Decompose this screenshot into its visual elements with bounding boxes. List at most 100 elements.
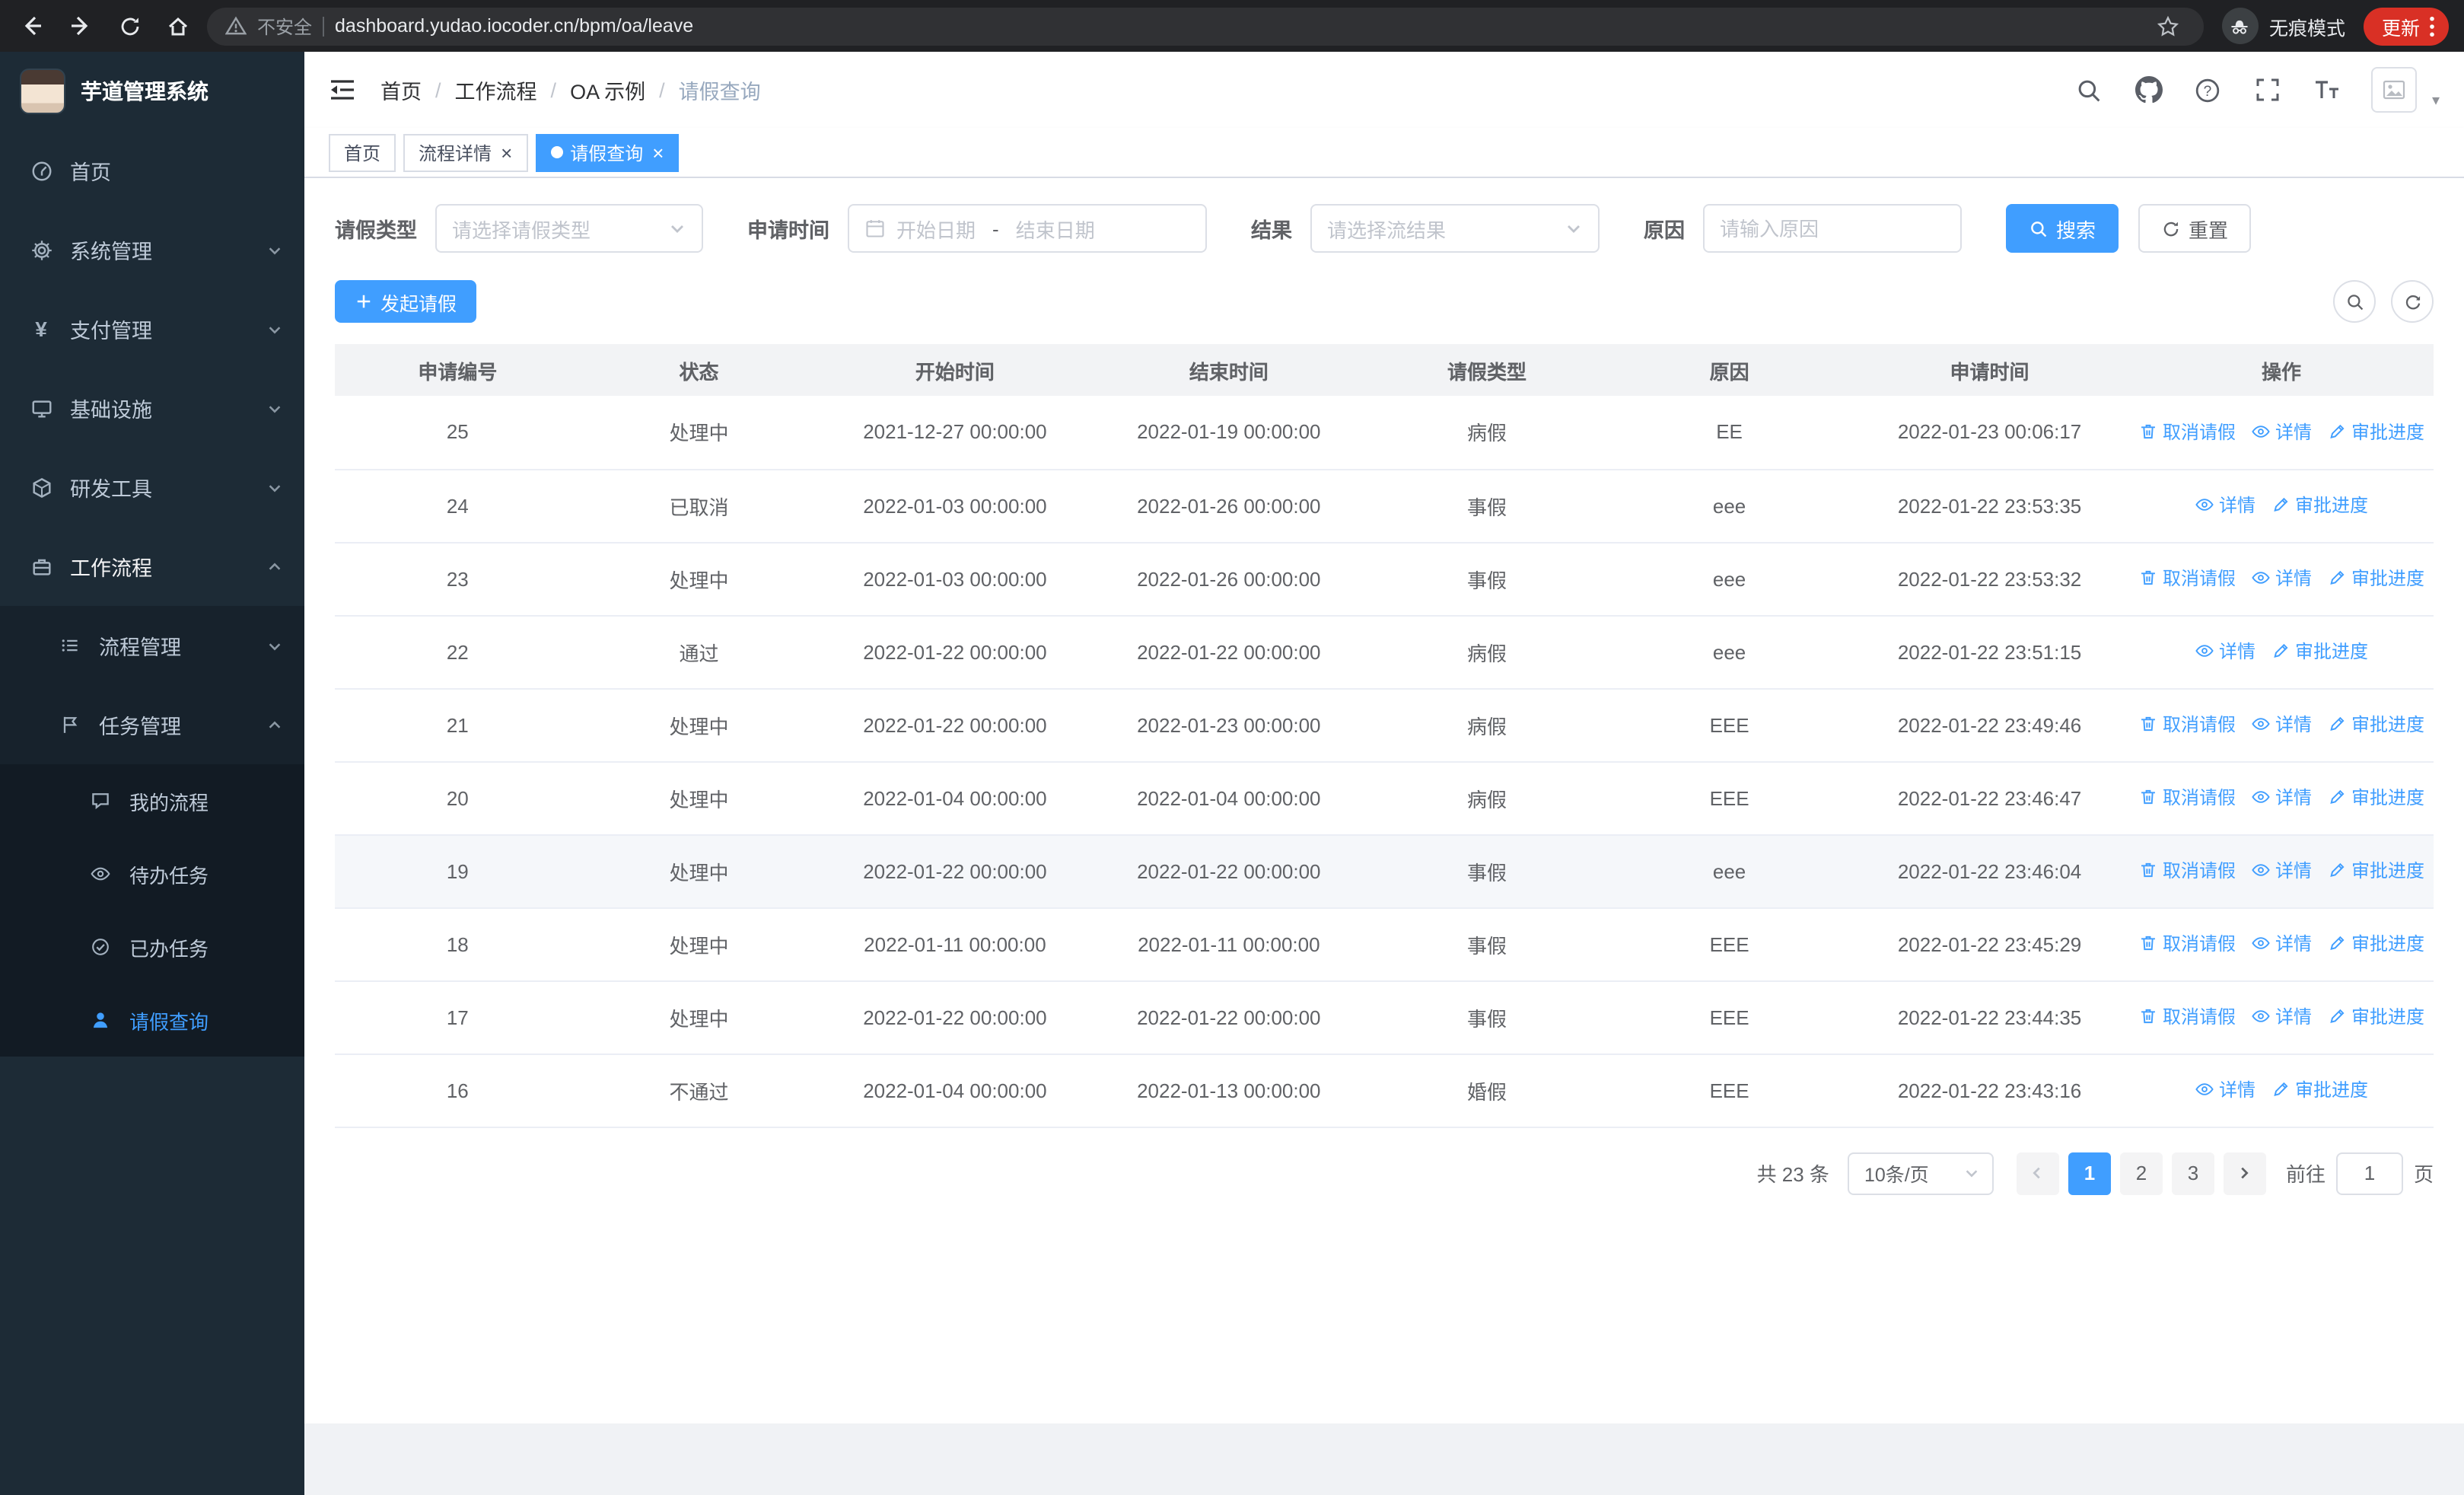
create-leave-button[interactable]: 发起请假 [335, 280, 477, 323]
help-icon[interactable]: ? [2193, 75, 2224, 105]
forward-icon[interactable] [64, 9, 97, 43]
col-apply-time: 申请时间 [1850, 344, 2129, 396]
sidebar-item-home[interactable]: 首页 [0, 131, 304, 210]
detail-link[interactable]: 详情 [2251, 784, 2312, 810]
toggle-search-button[interactable] [2333, 280, 2376, 323]
detail-link[interactable]: 详情 [2251, 565, 2312, 591]
close-icon[interactable]: × [501, 142, 512, 162]
detail-link[interactable]: 详情 [2195, 1076, 2255, 1102]
approval-progress-link[interactable]: 审批进度 [2327, 711, 2424, 737]
back-icon[interactable] [15, 9, 49, 43]
prev-page-button[interactable] [2016, 1152, 2059, 1194]
search-button[interactable]: 搜索 [2006, 204, 2119, 253]
update-button[interactable]: 更新 [2363, 7, 2449, 45]
pagination: 共 23 条 10条/页 1 2 3 前往 1 页 [335, 1152, 2434, 1194]
cell-end-time: 2022-01-26 00:00:00 [1092, 542, 1366, 616]
approval-progress-link[interactable]: 审批进度 [2327, 930, 2424, 956]
collapse-sidebar-icon[interactable] [329, 78, 356, 102]
menu-dots-icon[interactable] [2429, 14, 2435, 37]
cell-start-time: 2022-01-04 00:00:00 [817, 1054, 1093, 1127]
cancel-leave-link[interactable]: 取消请假 [2138, 419, 2236, 445]
close-icon[interactable]: × [652, 142, 664, 162]
github-icon[interactable] [2134, 75, 2164, 105]
sidebar-item-devtools[interactable]: 研发工具 [0, 448, 304, 527]
sidebar-item-payment[interactable]: ¥ 支付管理 [0, 289, 304, 368]
breadcrumb-item[interactable]: 首页 [380, 75, 422, 105]
approval-progress-link[interactable]: 审批进度 [2327, 857, 2424, 883]
edit-icon [2271, 1079, 2291, 1099]
approval-progress-link[interactable]: 审批进度 [2271, 638, 2368, 664]
approval-progress-link[interactable]: 审批进度 [2327, 565, 2424, 591]
detail-link[interactable]: 详情 [2251, 419, 2312, 445]
sidebar-item-leave-query[interactable]: 请假查询 [0, 983, 304, 1057]
sidebar-item-process-management[interactable]: 流程管理 [0, 606, 304, 685]
cell-apply-time: 2022-01-23 00:06:17 [1850, 396, 2129, 470]
approval-progress-link[interactable]: 审批进度 [2271, 1076, 2368, 1102]
cancel-leave-link[interactable]: 取消请假 [2138, 1003, 2236, 1029]
result-select[interactable]: 请选择流结果 [1310, 204, 1600, 253]
sidebar-item-done-tasks[interactable]: 已办任务 [0, 910, 304, 983]
reload-icon[interactable] [113, 9, 146, 43]
approval-progress-link[interactable]: 审批进度 [2327, 419, 2424, 445]
cancel-leave-link[interactable]: 取消请假 [2138, 857, 2236, 883]
security-label[interactable]: 不安全 [257, 13, 312, 39]
breadcrumb-item[interactable]: 工作流程 [455, 75, 537, 105]
refresh-table-button[interactable] [2391, 280, 2434, 323]
detail-link[interactable]: 详情 [2195, 492, 2255, 518]
approval-progress-link[interactable]: 审批进度 [2327, 1003, 2424, 1029]
detail-link[interactable]: 详情 [2251, 1003, 2312, 1029]
address-bar[interactable]: 不安全 dashboard.yudao.iocoder.cn/bpm/oa/le… [207, 7, 2204, 45]
reason-input[interactable] [1703, 204, 1962, 253]
tab-home[interactable]: 首页 [329, 133, 396, 171]
sidebar-item-task-management[interactable]: 任务管理 [0, 685, 304, 764]
sidebar-item-label: 已办任务 [129, 937, 209, 960]
fullscreen-icon[interactable] [2252, 75, 2283, 105]
cancel-leave-link[interactable]: 取消请假 [2138, 565, 2236, 591]
sidebar-item-infrastructure[interactable]: 基础设施 [0, 368, 304, 448]
tab-process-detail[interactable]: 流程详情 × [403, 133, 528, 171]
reset-button[interactable]: 重置 [2138, 204, 2252, 253]
user-avatar[interactable] [2370, 67, 2417, 113]
approval-progress-link[interactable]: 审批进度 [2327, 784, 2424, 810]
home-icon[interactable] [161, 9, 195, 43]
check-circle-icon [88, 935, 113, 959]
sidebar-item-my-process[interactable]: 我的流程 [0, 764, 304, 837]
page-size-select[interactable]: 10条/页 [1847, 1152, 1994, 1194]
apply-time-range-picker[interactable]: 开始日期 - 结束日期 [848, 204, 1207, 253]
bookmark-star-icon[interactable] [2152, 9, 2185, 43]
approval-progress-link[interactable]: 审批进度 [2271, 492, 2368, 518]
detail-link[interactable]: 详情 [2251, 930, 2312, 956]
sidebar-item-todo-tasks[interactable]: 待办任务 [0, 837, 304, 910]
sidebar-item-workflow[interactable]: 工作流程 [0, 527, 304, 606]
cell-apply-time: 2022-01-22 23:44:35 [1850, 980, 2129, 1054]
start-date-placeholder: 开始日期 [896, 218, 976, 241]
detail-link[interactable]: 详情 [2195, 638, 2255, 664]
goto-page-input[interactable] [2335, 1152, 2403, 1194]
detail-link[interactable]: 详情 [2251, 857, 2312, 883]
page-button-2[interactable]: 2 [2119, 1152, 2163, 1194]
page-button-3[interactable]: 3 [2171, 1152, 2214, 1194]
cancel-leave-link[interactable]: 取消请假 [2138, 784, 2236, 810]
detail-link[interactable]: 详情 [2251, 711, 2312, 737]
cell-apply-id: 17 [335, 980, 581, 1054]
cell-actions: 取消请假 详情 审批进度 [2128, 980, 2434, 1054]
cell-leave-type: 病假 [1365, 615, 1609, 689]
sidebar-item-system[interactable]: 系统管理 [0, 210, 304, 289]
refresh-icon [2161, 218, 2181, 238]
col-start-time: 开始时间 [817, 344, 1093, 396]
search-icon[interactable] [2074, 75, 2105, 105]
cancel-leave-link[interactable]: 取消请假 [2138, 711, 2236, 737]
url-text[interactable]: dashboard.yudao.iocoder.cn/bpm/oa/leave [335, 15, 2141, 37]
table-row: 21 处理中 2022-01-22 00:00:00 2022-01-23 00:00… [335, 688, 2434, 762]
next-page-button[interactable] [2223, 1152, 2266, 1194]
leave-query-card: 请假类型 请选择请假类型 申请时间 开始日期 - 结束日期 结果 请选择流结果 … [304, 178, 2464, 1423]
breadcrumb-item[interactable]: OA 示例 [570, 75, 645, 105]
font-size-icon[interactable] [2312, 75, 2342, 105]
cancel-leave-link[interactable]: 取消请假 [2138, 930, 2236, 956]
caret-down-icon[interactable]: ▾ [2432, 93, 2440, 113]
cell-end-time: 2022-01-23 00:00:00 [1092, 688, 1366, 762]
page-button-1[interactable]: 1 [2068, 1152, 2111, 1194]
leave-type-select[interactable]: 请选择请假类型 [435, 204, 703, 253]
tab-leave-query[interactable]: 请假查询 × [535, 133, 680, 171]
date-separator: - [992, 217, 999, 240]
